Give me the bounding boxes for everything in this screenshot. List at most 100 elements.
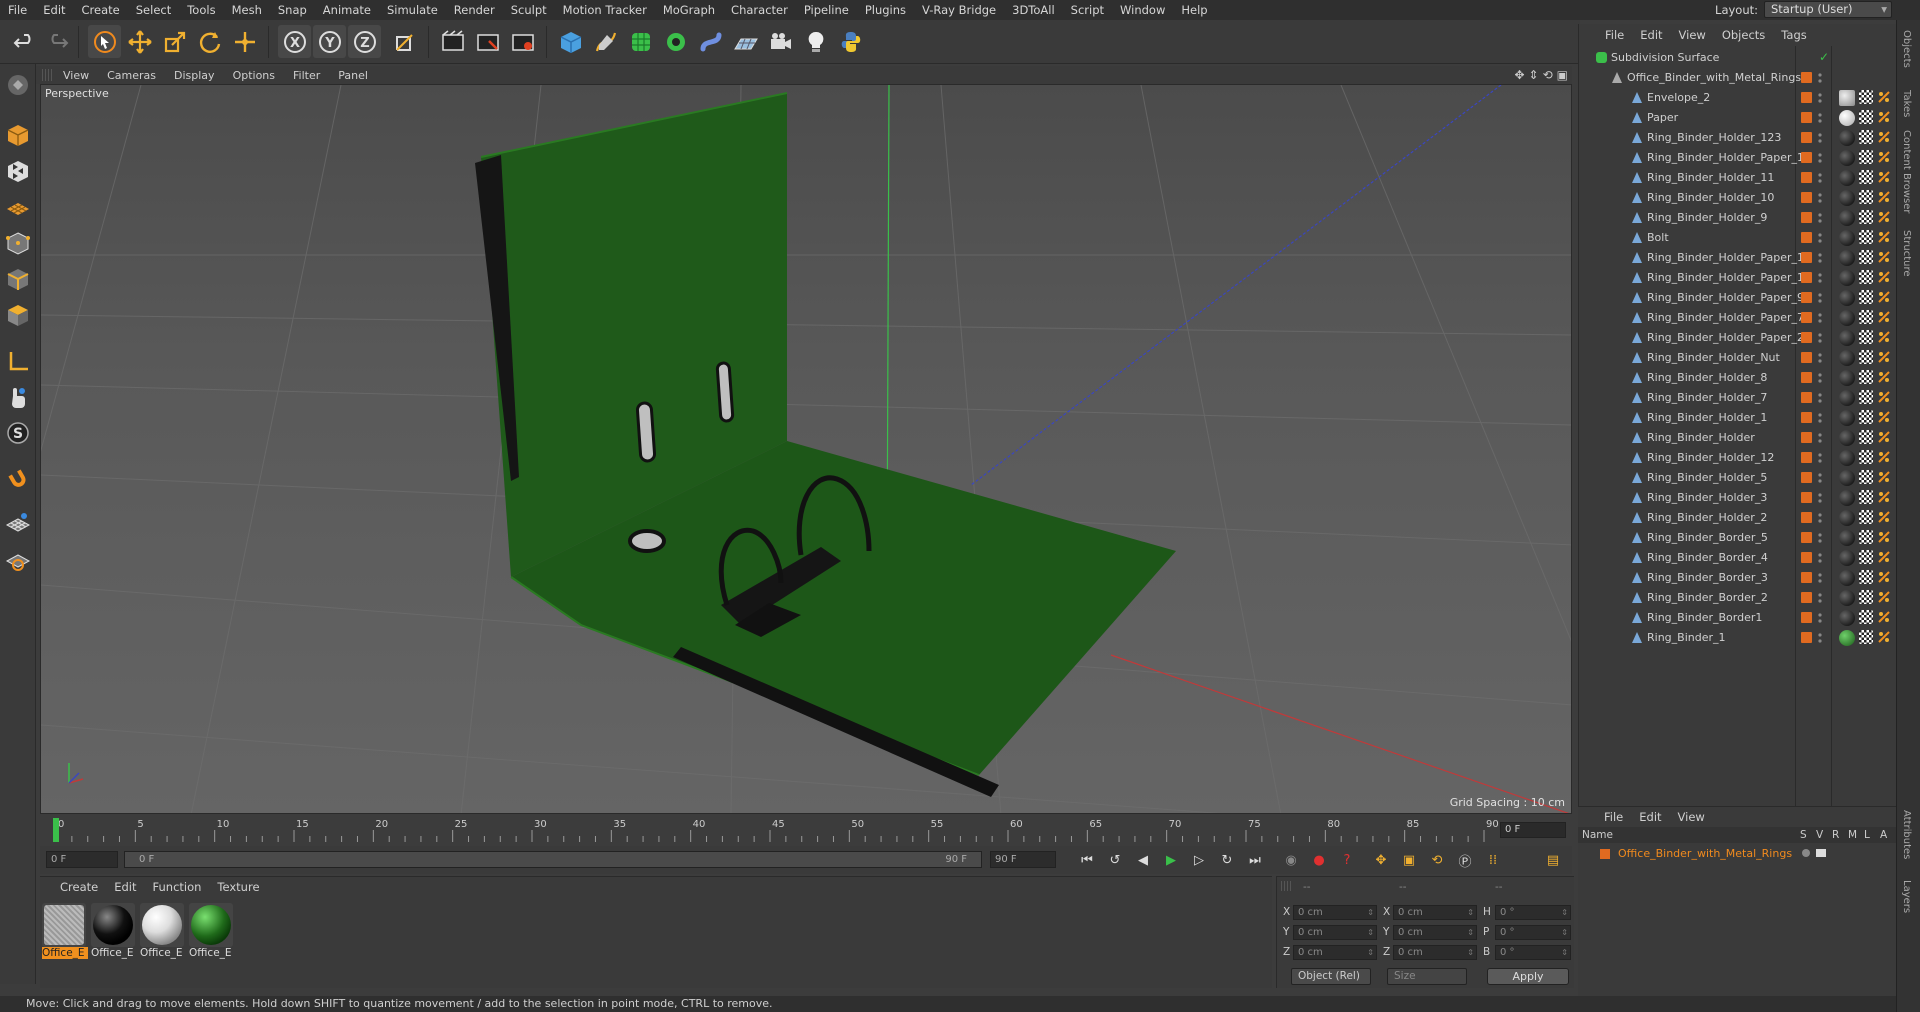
object-row[interactable]: Ring_Binder_Holder_Paper_2 (1579, 328, 1897, 348)
size-field[interactable]: 0 cm (1393, 925, 1477, 940)
phong-tag-icon[interactable] (1877, 210, 1891, 224)
phong-tag-icon[interactable] (1877, 470, 1891, 484)
visibility-dots[interactable] (1817, 331, 1823, 345)
menu-file[interactable]: File (0, 0, 35, 20)
go-to-end-icon[interactable]: ⏭ (1244, 850, 1266, 870)
menu-script[interactable]: Script (1063, 0, 1112, 20)
object-row[interactable]: Ring_Binder_Holder_12 (1579, 448, 1897, 468)
cube-primitive-icon[interactable] (554, 25, 587, 58)
phong-tag-icon[interactable] (1877, 450, 1891, 464)
object-row[interactable]: Ring_Binder_Holder_5 (1579, 468, 1897, 488)
menu-simulate[interactable]: Simulate (379, 0, 446, 20)
texture-tag-icon[interactable] (1859, 350, 1873, 364)
size-field[interactable]: 0 cm (1393, 905, 1477, 920)
menu-character[interactable]: Character (723, 0, 796, 20)
phong-tag-icon[interactable] (1877, 370, 1891, 384)
object-menu-edit[interactable]: Edit (1632, 28, 1670, 42)
viewport-menu-panel[interactable]: Panel (329, 69, 377, 82)
object-row[interactable]: Ring_Binder_Holder_11 (1579, 168, 1897, 188)
deformer-icon[interactable] (694, 25, 727, 58)
visibility-dots[interactable] (1817, 211, 1823, 225)
layer-color-tag[interactable] (1801, 632, 1812, 643)
object-menu-tags[interactable]: Tags (1773, 28, 1814, 42)
texture-tag-icon[interactable] (1859, 550, 1873, 564)
menu-snap[interactable]: Snap (270, 0, 315, 20)
object-row[interactable]: Ring_Binder_Holder_Nut (1579, 348, 1897, 368)
phong-tag-icon[interactable] (1877, 490, 1891, 504)
render-view-icon[interactable] (436, 25, 469, 58)
texture-tag-icon[interactable] (1859, 490, 1873, 504)
play-icon[interactable]: ▶ (1160, 850, 1182, 870)
object-row[interactable]: Ring_Binder_Holder_8 (1579, 368, 1897, 388)
layer-row[interactable]: Office_Binder_with_Metal_Rings (1578, 845, 1896, 863)
phong-tag-icon[interactable] (1877, 390, 1891, 404)
layer-color-tag[interactable] (1801, 172, 1812, 183)
key-pla-icon[interactable]: ⁞⁞ (1482, 850, 1504, 870)
material-tag-icon[interactable] (1839, 570, 1855, 586)
texture-tag-icon[interactable] (1859, 510, 1873, 524)
layer-menu-view[interactable]: View (1670, 810, 1713, 824)
material-tag-icon[interactable] (1839, 590, 1855, 606)
orbit-icon[interactable]: ⟲ (1543, 68, 1553, 82)
phong-tag-icon[interactable] (1877, 310, 1891, 324)
material-tag-icon[interactable] (1839, 130, 1855, 146)
layout-selector[interactable]: Layout: Startup (User) (1715, 1, 1892, 18)
texture-tag-icon[interactable] (1859, 290, 1873, 304)
position-field[interactable]: 0 cm (1293, 945, 1377, 960)
pan-icon[interactable]: ✥ (1514, 68, 1524, 82)
material-tag-icon[interactable] (1839, 470, 1855, 486)
tab-objects[interactable]: Objects (1901, 30, 1912, 68)
coordinate-mode-dropdown[interactable]: Object (Rel) (1291, 968, 1371, 985)
start-frame-field[interactable]: 0 F (46, 851, 118, 868)
texture-tag-icon[interactable] (1859, 110, 1873, 124)
timeline[interactable]: 0 5 10 15 20 25 30 35 40 45 50 55 60 65 70 75 80 85 90 0 F (40, 816, 1572, 844)
viewport-navigation[interactable]: ✥ ⇕ ⟲ ▣ (1514, 68, 1568, 82)
visibility-dots[interactable] (1817, 391, 1823, 405)
move-tool-icon[interactable] (123, 25, 156, 58)
menu-3dtoall[interactable]: 3DToAll (1004, 0, 1063, 20)
texture-tag-icon[interactable] (1859, 250, 1873, 264)
phong-tag-icon[interactable] (1877, 410, 1891, 424)
object-row[interactable]: Ring_Binder_Holder_2 (1579, 508, 1897, 528)
texture-tag-icon[interactable] (1859, 430, 1873, 444)
visibility-dots[interactable] (1817, 151, 1823, 165)
phong-tag-icon[interactable] (1877, 610, 1891, 624)
material-tag-icon[interactable] (1839, 490, 1855, 506)
visibility-dots[interactable] (1817, 571, 1823, 585)
material-swatch-white[interactable]: Office_E (140, 903, 186, 961)
y-axis-lock-icon[interactable]: Y (313, 25, 346, 58)
texture-tag-icon[interactable] (1859, 470, 1873, 484)
point-mode-icon[interactable] (3, 228, 33, 258)
texture-tag-icon[interactable] (1859, 570, 1873, 584)
material-tag-icon[interactable] (1839, 550, 1855, 566)
object-row[interactable]: Ring_Binder_Holder_7 (1579, 388, 1897, 408)
menu-mograph[interactable]: MoGraph (655, 0, 723, 20)
object-row[interactable]: Ring_Binder_Holder_Paper_11 (1579, 248, 1897, 268)
rotate-tool-icon[interactable] (193, 25, 226, 58)
visibility-dots[interactable] (1817, 511, 1823, 525)
layer-color-tag[interactable] (1801, 112, 1812, 123)
viewport-menu-display[interactable]: Display (165, 69, 224, 82)
visibility-dots[interactable] (1817, 411, 1823, 425)
coordinate-system-icon[interactable] (388, 25, 421, 58)
object-row-office-binder-group[interactable]: Office_Binder_with_Metal_Rings (1579, 68, 1897, 88)
step-back-icon[interactable]: ◀ (1132, 850, 1154, 870)
phong-tag-icon[interactable] (1877, 270, 1891, 284)
apply-button[interactable]: Apply (1487, 968, 1569, 985)
layer-color-tag[interactable] (1801, 332, 1812, 343)
object-row[interactable]: Bolt (1579, 228, 1897, 248)
material-swatch-grey[interactable]: Office_E (42, 903, 88, 961)
phong-tag-icon[interactable] (1877, 170, 1891, 184)
record-keys-icon[interactable]: ◉ (1280, 850, 1302, 870)
visibility-dots[interactable] (1817, 371, 1823, 385)
layer-color-tag[interactable] (1801, 292, 1812, 303)
tab-layers[interactable]: Layers (1901, 880, 1912, 913)
texture-tag-icon[interactable] (1859, 210, 1873, 224)
object-menu-file[interactable]: File (1597, 28, 1632, 42)
timeline-window-icon[interactable]: ▤ (1542, 850, 1564, 870)
step-forward-icon[interactable]: ▷ (1188, 850, 1210, 870)
texture-tag-icon[interactable] (1859, 150, 1873, 164)
key-parameter-icon[interactable]: Ⓟ (1454, 850, 1476, 870)
material-menu-texture[interactable]: Texture (209, 880, 267, 894)
end-frame-field[interactable]: 90 F (990, 851, 1056, 868)
